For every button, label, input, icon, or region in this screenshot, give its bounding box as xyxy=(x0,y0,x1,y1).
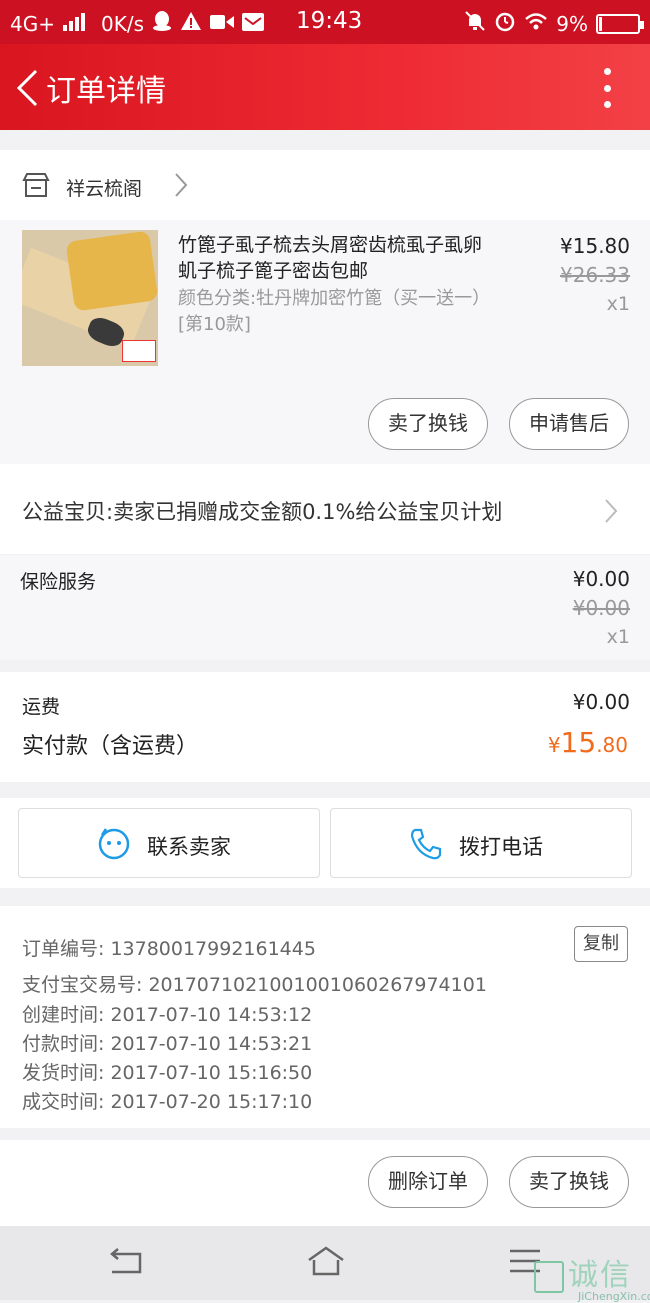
call-label: 拨打电话 xyxy=(459,835,543,859)
insurance-row: 保险服务 ¥0.00 ¥0.00 x1 xyxy=(0,555,650,660)
shipped-time: 发货时间: 2017-07-10 15:16:50 xyxy=(22,1062,313,1084)
insurance-label: 保险服务 xyxy=(20,571,97,593)
watermark: 诚信 JiChengXin.com xyxy=(534,1250,650,1303)
product-image-caption xyxy=(122,340,156,362)
more-menu-icon[interactable] xyxy=(600,68,614,108)
freight-value: ¥0.00 xyxy=(572,690,630,714)
alarm-icon xyxy=(494,10,516,37)
charity-row[interactable]: 公益宝贝:卖家已捐赠成交金额0.1%给公益宝贝计划 xyxy=(0,464,650,554)
insurance-price: ¥0.00 xyxy=(572,567,630,591)
shop-name[interactable]: 祥云梳阁 xyxy=(66,174,142,201)
payment-summary: 运费 ¥0.00 实付款（含运费） ¥15.80 xyxy=(0,672,650,782)
mute-bell-icon xyxy=(464,10,486,37)
back-icon[interactable] xyxy=(14,68,42,108)
watermark-sub: JiChengXin.com xyxy=(578,1290,650,1303)
video-icon xyxy=(209,12,234,36)
wifi-icon xyxy=(524,11,548,36)
product-item[interactable]: 竹篦子虱子梳去头屑密齿梳虱子虱卵虮子梳子篦子密齿包邮 颜色分类:牡丹牌加密竹篦（… xyxy=(0,220,650,464)
network-indicator: 4G+ xyxy=(10,11,55,36)
chevron-right-icon xyxy=(604,498,618,528)
mail-icon xyxy=(241,12,264,36)
home-nav-icon[interactable] xyxy=(306,1246,346,1282)
aftersale-button[interactable]: 申请售后 xyxy=(509,398,629,450)
sell-button[interactable]: 卖了换钱 xyxy=(368,398,488,450)
app-bar: 订单详情 xyxy=(0,44,650,130)
watermark-text: 诚信 xyxy=(568,1258,632,1293)
phone-icon xyxy=(409,827,443,865)
status-bar: 4G+ 0K/s 19:43 9% xyxy=(0,0,650,44)
alipay-trade-number: 支付宝交易号: 2017071021001001060267974101 xyxy=(22,974,487,996)
delete-order-button[interactable]: 删除订单 xyxy=(368,1156,488,1208)
product-price: ¥15.80 xyxy=(560,234,630,258)
insurance-original-price: ¥0.00 xyxy=(572,596,630,620)
product-quantity: x1 xyxy=(606,293,630,315)
total-currency: ¥ xyxy=(547,733,561,757)
product-original-price: ¥26.33 xyxy=(560,263,630,287)
back-nav-icon[interactable] xyxy=(108,1248,144,1280)
paid-time: 付款时间: 2017-07-10 14:53:21 xyxy=(22,1033,313,1055)
battery-icon xyxy=(596,13,644,34)
product-thumbnail[interactable] xyxy=(22,230,158,366)
total-integer: 15 xyxy=(560,726,597,759)
order-info: 订单编号: 13780017992161445 复制 支付宝交易号: 20170… xyxy=(0,906,650,1128)
copy-button[interactable]: 复制 xyxy=(574,926,628,962)
total-value: ¥15.80 xyxy=(548,726,628,759)
bottom-actions: 删除订单 卖了换钱 xyxy=(0,1140,650,1226)
contact-section: 联系卖家 拨打电话 xyxy=(0,798,650,888)
clock: 19:43 xyxy=(296,8,363,34)
network-speed: 0K/s xyxy=(100,11,144,36)
product-title[interactable]: 竹篦子虱子梳去头屑密齿梳虱子虱卵虮子梳子篦子密齿包邮 xyxy=(178,232,488,284)
sell-button-bottom[interactable]: 卖了换钱 xyxy=(509,1156,629,1208)
shop-row[interactable]: 祥云梳阁 xyxy=(0,150,650,220)
page-title: 订单详情 xyxy=(46,74,166,109)
warning-icon xyxy=(180,11,202,36)
contact-seller-label: 联系卖家 xyxy=(147,835,231,859)
product-spec: 颜色分类:牡丹牌加密竹篦（买一送一）[第10款] xyxy=(178,288,491,335)
freight-label: 运费 xyxy=(22,696,61,718)
signal-icon xyxy=(62,12,87,36)
charity-text: 公益宝贝:卖家已捐赠成交金额0.1%给公益宝贝计划 xyxy=(22,500,503,524)
chevron-right-icon xyxy=(174,172,188,202)
insurance-quantity: x1 xyxy=(606,626,630,648)
store-icon xyxy=(22,172,50,198)
call-button[interactable]: 拨打电话 xyxy=(330,808,632,878)
total-label: 实付款（含运费） xyxy=(22,734,199,759)
completed-time: 成交时间: 2017-07-20 15:17:10 xyxy=(22,1091,313,1113)
chat-bubble-icon xyxy=(97,827,131,865)
qq-icon xyxy=(152,10,172,37)
battery-percent: 9% xyxy=(556,11,588,36)
total-decimal: .80 xyxy=(596,733,628,757)
order-number: 订单编号: 13780017992161445 xyxy=(22,938,316,960)
product-price-block: ¥15.80 ¥26.33 x1 xyxy=(560,232,630,319)
contact-seller-button[interactable]: 联系卖家 xyxy=(18,808,320,878)
created-time: 创建时间: 2017-07-10 14:53:12 xyxy=(22,1004,313,1026)
